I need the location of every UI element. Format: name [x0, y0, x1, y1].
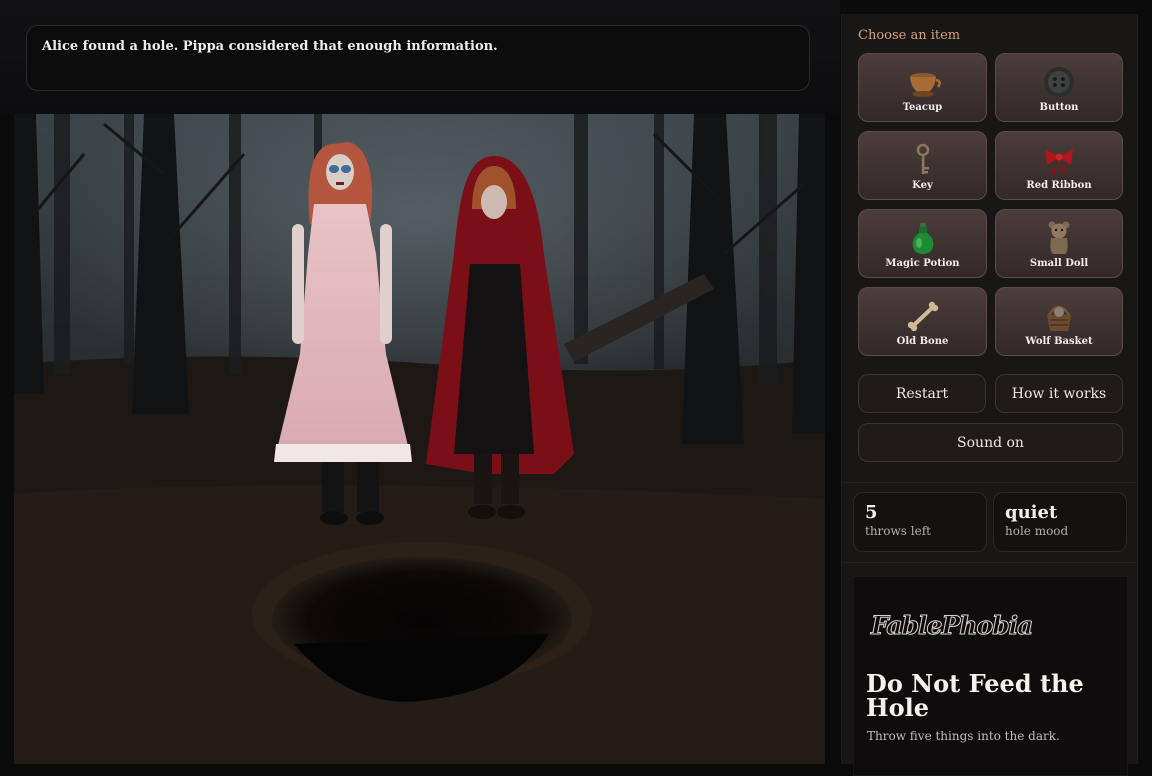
item-label: Teacup — [902, 102, 943, 113]
item-teacup-button[interactable]: Teacup — [858, 53, 987, 122]
item-label: Magic Potion — [885, 258, 960, 269]
narration-box: Alice found a hole. Pippa considered tha… — [26, 25, 810, 91]
fablephobia-logo: FablePhobia — [870, 611, 1033, 641]
forest-scene-illustration — [14, 114, 825, 764]
item-label: Wolf Basket — [1025, 336, 1093, 347]
item-button-button[interactable]: Button — [995, 53, 1123, 122]
scene-image — [14, 114, 825, 764]
hole-mood-value: quiet — [1005, 502, 1058, 523]
small-doll-icon — [1041, 221, 1077, 255]
game-tagline: Throw five things into the dark. — [867, 729, 1060, 743]
wolf-basket-icon — [1041, 299, 1077, 333]
throws-left-stat: 5 throws left — [853, 492, 987, 552]
teacup-icon — [905, 65, 941, 99]
how-it-works-button[interactable]: How it works — [995, 374, 1123, 413]
divider — [842, 562, 1137, 563]
throws-left-label: throws left — [865, 524, 931, 538]
item-label: Key — [912, 180, 933, 191]
items-heading: Choose an item — [858, 28, 961, 43]
item-red-ribbon-button[interactable]: Red Ribbon — [995, 131, 1123, 200]
button-icon — [1041, 65, 1077, 99]
item-label: Button — [1039, 102, 1079, 113]
item-old-bone-button[interactable]: Old Bone — [858, 287, 987, 356]
item-small-doll-button[interactable]: Small Doll — [995, 209, 1123, 278]
hole-mood-label: hole mood — [1005, 524, 1069, 538]
throws-left-value: 5 — [865, 502, 878, 523]
divider — [842, 482, 1137, 483]
item-label: Small Doll — [1029, 258, 1089, 269]
item-label: Old Bone — [896, 336, 949, 347]
item-label: Red Ribbon — [1026, 180, 1092, 191]
game-title: Do Not Feed the Hole — [866, 669, 1084, 722]
item-wolf-basket-button[interactable]: Wolf Basket — [995, 287, 1123, 356]
brand-card: FablePhobia Do Not Feed the Hole Throw f… — [853, 576, 1128, 776]
narration-text: Alice found a hole. Pippa considered tha… — [42, 39, 498, 54]
old-bone-icon — [905, 299, 941, 333]
item-grid: Teacup Button Key Red Ribbon Magic Potio… — [858, 53, 1123, 356]
red-ribbon-icon — [1041, 143, 1077, 177]
item-magic-potion-button[interactable]: Magic Potion — [858, 209, 987, 278]
key-icon — [905, 143, 941, 177]
hole-mood-stat: quiet hole mood — [993, 492, 1127, 552]
side-panel: Choose an item Teacup Button Key Red Rib… — [841, 14, 1138, 776]
item-key-button[interactable]: Key — [858, 131, 987, 200]
magic-potion-icon — [905, 221, 941, 255]
sound-toggle-button[interactable]: Sound on — [858, 423, 1123, 462]
restart-button[interactable]: Restart — [858, 374, 986, 413]
